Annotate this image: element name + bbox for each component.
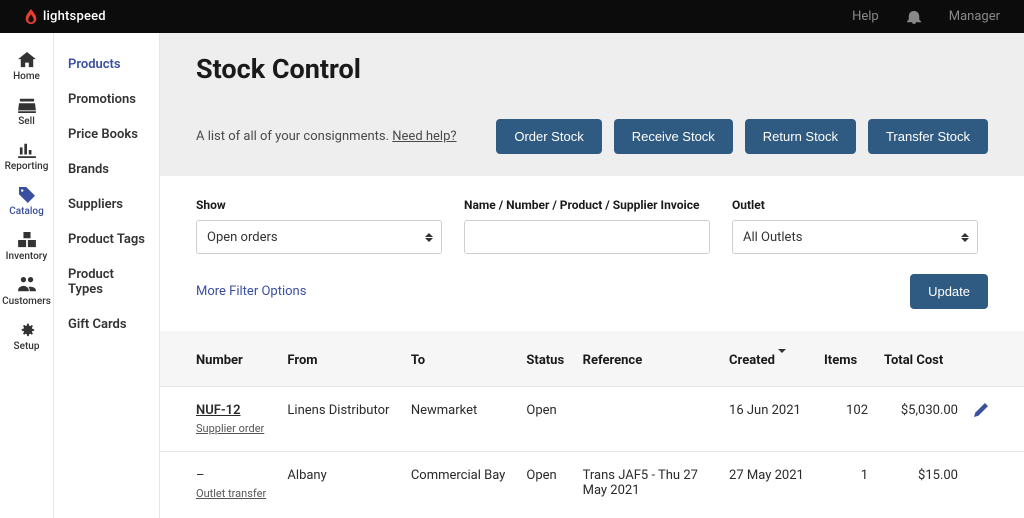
cell-from: Albany: [279, 452, 402, 517]
th-items[interactable]: Items: [816, 331, 876, 387]
spinner-icon: [425, 221, 433, 253]
page-subtitle: A list of all of your consignments. Need…: [196, 129, 457, 144]
outlet-label: Outlet: [732, 198, 978, 212]
tag-icon: [18, 187, 36, 203]
subnav-item-giftcards[interactable]: Gift Cards: [54, 307, 159, 342]
rail-item-reporting[interactable]: Reporting: [0, 135, 53, 180]
rail-item-home[interactable]: Home: [0, 45, 53, 90]
outlet-select[interactable]: All Outlets: [732, 220, 978, 254]
sort-desc-icon: [778, 353, 786, 368]
rail-item-catalog[interactable]: Catalog: [0, 180, 53, 225]
rail-item-setup[interactable]: Setup: [0, 315, 53, 360]
gear-icon: [18, 322, 36, 338]
content-area: Stock Control A list of all of your cons…: [160, 33, 1024, 518]
subnav-item-brands[interactable]: Brands: [54, 152, 159, 187]
more-filter-options-link[interactable]: More Filter Options: [196, 284, 306, 299]
order-stock-button[interactable]: Order Stock: [496, 119, 601, 154]
consignment-type-link[interactable]: Supplier order: [196, 422, 271, 435]
show-select[interactable]: Open orders: [196, 220, 442, 254]
cell-to: Newmarket: [403, 387, 519, 452]
subnav-item-suppliers[interactable]: Suppliers: [54, 187, 159, 222]
rail-label: Home: [13, 71, 40, 82]
consignment-type-link[interactable]: Outlet transfer: [196, 487, 271, 500]
pencil-icon[interactable]: [974, 403, 988, 417]
outlet-value: All Outlets: [743, 230, 802, 245]
bell-icon[interactable]: [907, 10, 921, 24]
need-help-link[interactable]: Need help?: [392, 129, 456, 144]
home-icon: [18, 52, 36, 68]
cell-cost: $5,030.00: [876, 387, 966, 452]
show-label: Show: [196, 198, 442, 212]
subnav-item-producttags[interactable]: Product Tags: [54, 222, 159, 257]
consignments-table-wrap: Number From To Status Reference Created …: [160, 331, 1024, 516]
search-label: Name / Number / Product / Supplier Invoi…: [464, 198, 710, 212]
th-total-cost[interactable]: Total Cost: [876, 331, 966, 387]
rail-item-inventory[interactable]: Inventory: [0, 225, 53, 270]
cell-from: Linens Distributor: [279, 387, 402, 452]
primary-nav: Home Sell Reporting Catalog Inventory Cu…: [0, 33, 54, 518]
cell-items: 102: [816, 387, 876, 452]
cell-status: Open: [518, 387, 574, 452]
boxes-icon: [18, 232, 36, 248]
subnav-item-promotions[interactable]: Promotions: [54, 82, 159, 117]
rail-label: Catalog: [9, 206, 44, 217]
catalog-subnav: Products Promotions Price Books Brands S…: [54, 33, 160, 518]
th-number[interactable]: Number: [160, 331, 279, 387]
table-row: – Outlet transfer Albany Commercial Bay …: [160, 452, 1024, 517]
subnav-item-pricebooks[interactable]: Price Books: [54, 117, 159, 152]
register-icon: [18, 97, 36, 113]
th-reference[interactable]: Reference: [575, 331, 721, 387]
consignments-table: Number From To Status Reference Created …: [160, 331, 1024, 516]
page-header: Stock Control A list of all of your cons…: [160, 33, 1024, 176]
receive-stock-button[interactable]: Receive Stock: [614, 119, 733, 154]
table-row: NUF-12 Supplier order Linens Distributor…: [160, 387, 1024, 452]
cell-cost: $15.00: [876, 452, 966, 517]
flame-icon: [24, 9, 38, 25]
cell-created: 27 May 2021: [721, 452, 816, 517]
rail-label: Reporting: [5, 161, 49, 172]
people-icon: [18, 277, 36, 293]
th-created[interactable]: Created: [721, 331, 816, 387]
spinner-icon: [961, 221, 969, 253]
subnav-item-products[interactable]: Products: [54, 47, 159, 82]
rail-label: Sell: [18, 116, 35, 127]
table-header-row: Number From To Status Reference Created …: [160, 331, 1024, 387]
topbar: lightspeed Help Manager: [0, 0, 1024, 33]
brand-logo[interactable]: lightspeed: [24, 9, 106, 25]
search-input-wrapper: [464, 220, 710, 254]
rail-label: Setup: [14, 341, 40, 352]
rail-item-customers[interactable]: Customers: [0, 270, 53, 315]
search-input[interactable]: [475, 230, 699, 245]
cell-reference: Trans JAF5 - Thu 27 May 2021: [575, 452, 721, 517]
consignment-number-link[interactable]: NUF-12: [196, 403, 271, 418]
update-button[interactable]: Update: [910, 274, 988, 309]
help-link[interactable]: Help: [852, 9, 879, 24]
th-from[interactable]: From: [279, 331, 402, 387]
th-to[interactable]: To: [403, 331, 519, 387]
chart-icon: [18, 142, 36, 158]
cell-reference: [575, 387, 721, 452]
th-status[interactable]: Status: [518, 331, 574, 387]
cell-items: 1: [816, 452, 876, 517]
user-menu[interactable]: Manager: [949, 9, 1000, 24]
rail-item-sell[interactable]: Sell: [0, 90, 53, 135]
return-stock-button[interactable]: Return Stock: [745, 119, 856, 154]
rail-label: Customers: [2, 296, 51, 307]
filter-panel: Show Open orders Name / Number / Product…: [160, 176, 1024, 331]
consignment-number-link[interactable]: –: [196, 468, 271, 483]
rail-label: Inventory: [6, 251, 48, 262]
show-value: Open orders: [207, 230, 278, 245]
cell-to: Commercial Bay: [403, 452, 519, 517]
transfer-stock-button[interactable]: Transfer Stock: [868, 119, 988, 154]
subtitle-text: A list of all of your consignments.: [196, 129, 392, 144]
th-edit: [966, 331, 1024, 387]
page-title: Stock Control: [196, 53, 988, 85]
subnav-item-producttypes[interactable]: Product Types: [54, 257, 159, 307]
brand-name: lightspeed: [43, 9, 106, 24]
cell-status: Open: [518, 452, 574, 517]
cell-created: 16 Jun 2021: [721, 387, 816, 452]
